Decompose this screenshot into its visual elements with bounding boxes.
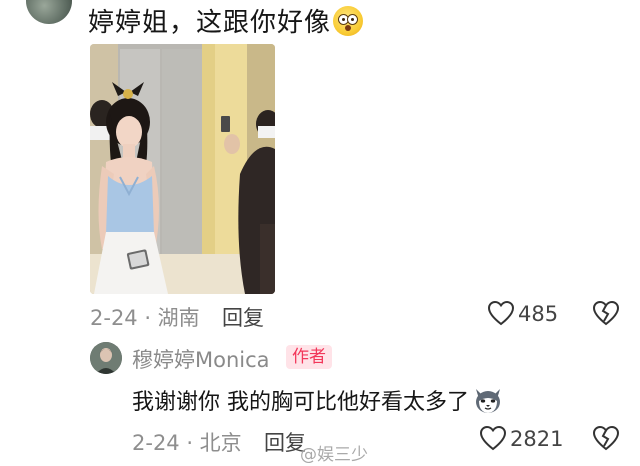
heart-icon	[487, 300, 515, 326]
reply-text-body: 我谢谢你 我的胸可比他好看太多了	[132, 390, 469, 415]
commenter-avatar[interactable]	[26, 0, 72, 24]
broken-heart-icon	[592, 300, 620, 326]
comment-date-location: 2-24 · 湖南	[90, 306, 200, 330]
author-avatar[interactable]	[90, 342, 122, 374]
husky-dog-face-emoji-icon	[473, 387, 503, 415]
like-count: 485	[518, 302, 559, 326]
dislike-button[interactable]	[592, 300, 620, 330]
reply-like-count: 2821	[510, 427, 564, 451]
reply-dislike-button[interactable]	[592, 425, 620, 455]
like-button[interactable]	[487, 300, 515, 330]
author-badge: 作者	[286, 345, 332, 369]
comment-reply-button[interactable]: 回复	[222, 302, 264, 332]
heart-icon	[479, 425, 507, 451]
comment-photo[interactable]	[90, 44, 275, 294]
watermark: @娱三少	[300, 445, 368, 465]
comment-text: 婷婷姐，这跟你好像	[88, 2, 364, 39]
reply-date-location: 2-24 · 北京	[132, 431, 242, 455]
flushed-face-emoji-icon	[333, 6, 364, 36]
reply-author-name[interactable]: 穆婷婷Monica	[132, 344, 270, 374]
photo-image	[90, 44, 275, 294]
reply-text: 我谢谢你 我的胸可比他好看太多了	[132, 384, 503, 416]
reply-like-button[interactable]	[479, 425, 507, 455]
broken-heart-icon	[592, 425, 620, 451]
author-avatar-image	[90, 342, 122, 374]
comment-text-body: 婷婷姐，这跟你好像	[88, 8, 332, 38]
